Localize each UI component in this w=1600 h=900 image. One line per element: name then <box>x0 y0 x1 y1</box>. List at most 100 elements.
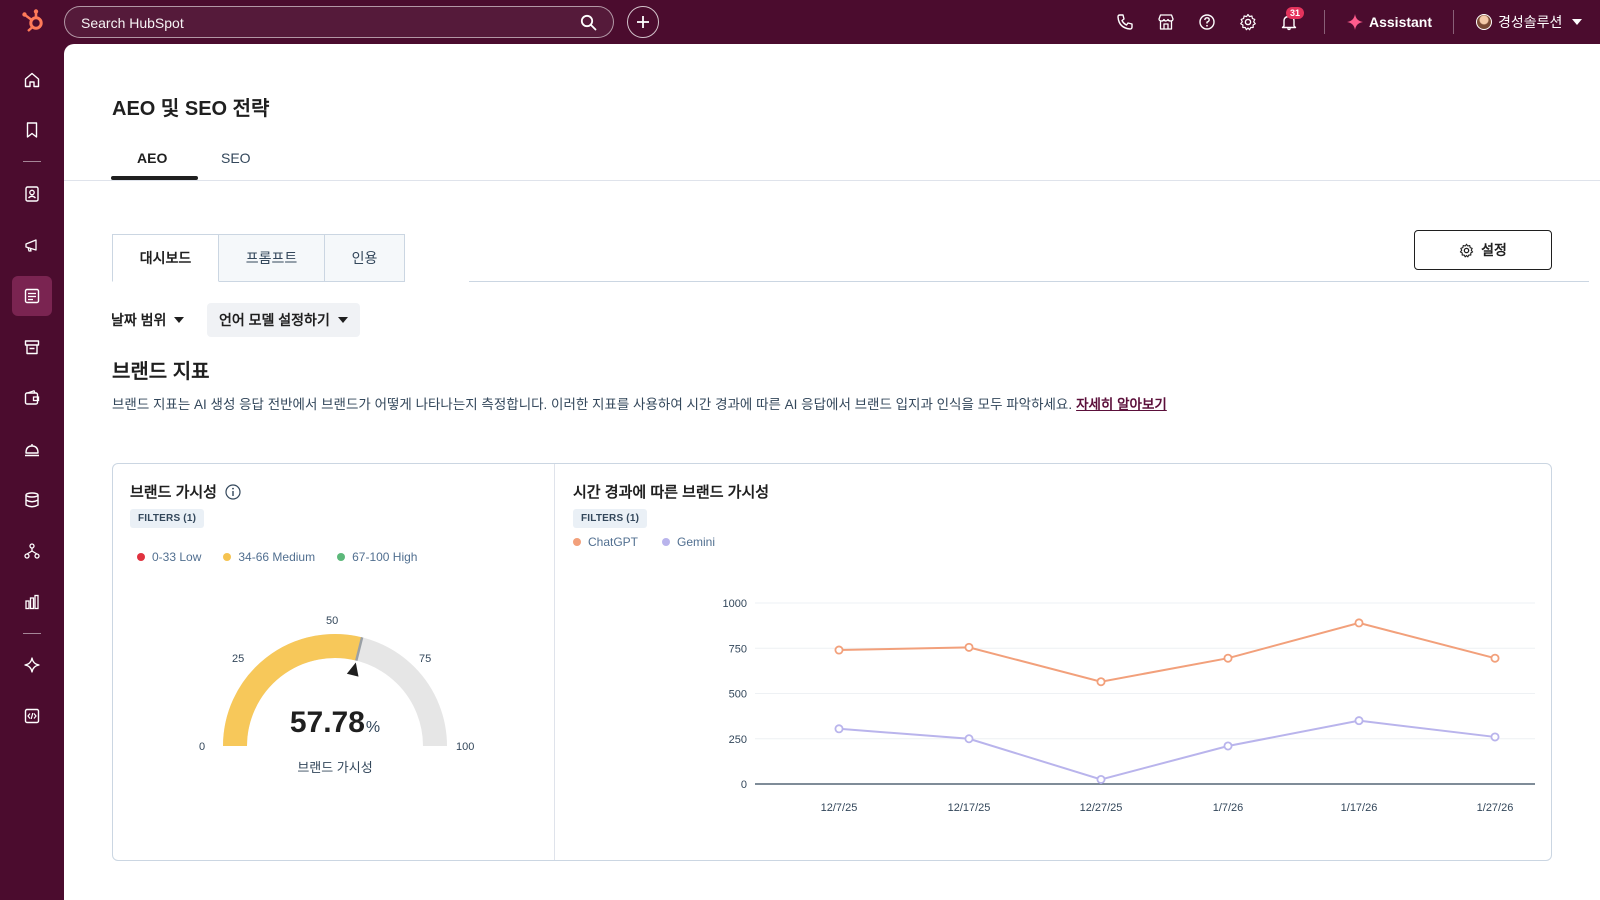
tab-seo[interactable]: SEO <box>221 150 251 166</box>
gauge-tick-25: 25 <box>232 653 245 665</box>
sidebar-item-automation[interactable] <box>12 531 52 571</box>
data-point-gemini[interactable] <box>1490 732 1500 742</box>
y-tick-label: 750 <box>729 643 747 655</box>
x-tick-label: 1/27/26 <box>1477 802 1514 814</box>
hubspot-logo-icon[interactable] <box>20 8 46 34</box>
data-point-chatgpt[interactable] <box>1490 653 1500 663</box>
section-title: 브랜드 지표 <box>112 361 210 383</box>
y-tick-label: 500 <box>729 689 747 701</box>
main-content: AEO 및 SEO 전략 AEO SEO 대시보드 프롬프트 인용 설정 날짜 … <box>64 44 1600 900</box>
data-point-chatgpt[interactable] <box>1354 618 1364 628</box>
sidebar-item-marketing[interactable] <box>12 225 52 265</box>
page-title: AEO 및 SEO 전략 <box>112 98 270 120</box>
data-point-chatgpt[interactable] <box>964 642 974 652</box>
wallet-icon <box>24 389 40 405</box>
sidebar-item-commerce[interactable] <box>12 327 52 367</box>
service-bell-icon <box>25 444 39 457</box>
sidebar-item-data[interactable] <box>12 480 52 520</box>
tabs-divider <box>64 180 1600 181</box>
gauge-tick-50: 50 <box>326 615 339 627</box>
section-description-text: 브랜드 지표는 AI 생성 응답 전반에서 브랜드가 어떻게 나타나는지 측정합… <box>112 397 1073 412</box>
sidebar-divider <box>23 161 41 162</box>
help-icon[interactable] <box>1198 13 1216 31</box>
create-new-button[interactable] <box>627 6 659 38</box>
sparkle-icon <box>1347 14 1363 30</box>
gauge-tick-75: 75 <box>419 653 432 665</box>
caret-down-icon <box>174 317 185 323</box>
gauge-value-unit: % <box>365 719 381 736</box>
data-point-gemini[interactable] <box>1096 774 1106 784</box>
avatar <box>1476 14 1492 30</box>
x-tick-label: 12/7/25 <box>821 802 858 814</box>
account-menu[interactable]: 경성솔루션 <box>1476 11 1583 33</box>
subtab-citations[interactable]: 인용 <box>325 234 405 282</box>
top-navigation-bar: 31 Assistant 경성솔루션 <box>0 0 1600 44</box>
gauge-value-number: 57.78 <box>289 706 365 739</box>
phone-icon[interactable] <box>1116 13 1134 31</box>
brand-metrics-card: 브랜드 가시성 FILTERS (1) 0-33 Low 34-66 Mediu… <box>112 463 1552 861</box>
assistant-label: Assistant <box>1369 14 1433 30</box>
database-icon <box>25 492 39 508</box>
account-name: 경성솔루션 <box>1498 14 1563 30</box>
data-point-gemini[interactable] <box>1354 716 1364 726</box>
y-tick-label: 0 <box>741 779 747 791</box>
date-range-dropdown[interactable]: 날짜 범위 <box>111 303 185 337</box>
sidebar-item-home[interactable] <box>12 60 52 100</box>
gauge-tick-100: 100 <box>456 741 475 753</box>
x-tick-label: 1/17/26 <box>1341 802 1378 814</box>
settings-button[interactable]: 설정 <box>1414 230 1552 270</box>
language-model-label: 언어 모델 설정하기 <box>219 312 330 328</box>
sidebar-item-bookmarks[interactable] <box>12 110 52 150</box>
data-point-chatgpt[interactable] <box>834 645 844 655</box>
gauge-pointer <box>346 662 359 677</box>
sidebar-item-service[interactable] <box>12 429 52 469</box>
storefront-icon <box>24 340 40 355</box>
data-point-gemini[interactable] <box>834 724 844 734</box>
sidebar <box>0 44 64 900</box>
sidebar-item-sales[interactable] <box>12 378 52 418</box>
data-point-gemini[interactable] <box>1223 741 1233 751</box>
data-point-gemini[interactable] <box>964 734 974 744</box>
data-point-chatgpt[interactable] <box>1096 677 1106 687</box>
x-tick-label: 12/17/25 <box>948 802 991 814</box>
bar-chart-icon <box>25 594 39 610</box>
date-range-label: 날짜 범위 <box>111 312 167 328</box>
section-description: 브랜드 지표는 AI 생성 응답 전반에서 브랜드가 어떻게 나타나는지 측정합… <box>112 393 1167 413</box>
x-tick-label: 1/7/26 <box>1213 802 1244 814</box>
sidebar-item-development[interactable] <box>12 696 52 736</box>
notification-count-badge: 31 <box>1286 7 1305 19</box>
chevron-down-icon <box>1572 19 1583 25</box>
data-point-chatgpt[interactable] <box>1223 653 1233 663</box>
sidebar-divider <box>23 633 41 634</box>
gauge-caption: 브랜드 가시성 <box>297 760 373 775</box>
y-tick-label: 250 <box>729 734 747 746</box>
tab-aeo[interactable]: AEO <box>137 150 167 166</box>
megaphone-icon <box>25 239 37 252</box>
search-input[interactable] <box>81 13 561 33</box>
gauge-value: 57.78% <box>225 706 445 740</box>
subtab-prompts[interactable]: 프롬프트 <box>219 234 325 282</box>
settings-gear-icon[interactable] <box>1239 13 1257 31</box>
gauge-tick-0: 0 <box>199 741 206 753</box>
workflow-icon <box>24 543 40 559</box>
sidebar-item-reporting[interactable] <box>12 582 52 622</box>
sidebar-item-contacts[interactable] <box>12 174 52 214</box>
sidebar-item-breeze[interactable] <box>12 645 52 685</box>
marketplace-icon[interactable] <box>1157 13 1175 31</box>
sidebar-item-content[interactable] <box>12 276 52 316</box>
search-icon[interactable] <box>580 14 597 31</box>
code-icon <box>24 708 40 724</box>
subtab-divider <box>469 281 1589 282</box>
settings-label: 설정 <box>1481 242 1507 258</box>
gear-icon <box>1459 243 1474 257</box>
global-search[interactable] <box>64 6 614 38</box>
brand-visibility-line-chart: 0 250 500 750 1000 12/7/25 12/17/25 12/27/25 1/7… <box>723 598 1535 814</box>
contacts-icon <box>25 186 39 202</box>
language-model-dropdown[interactable]: 언어 모델 설정하기 <box>207 303 360 337</box>
assistant-button[interactable]: Assistant <box>1347 11 1432 33</box>
bookmark-icon <box>26 122 38 138</box>
learn-more-link[interactable]: 자세히 알아보기 <box>1076 397 1167 412</box>
content-icon <box>24 288 40 304</box>
subtab-dashboard[interactable]: 대시보드 <box>112 234 219 282</box>
home-icon <box>24 72 40 88</box>
